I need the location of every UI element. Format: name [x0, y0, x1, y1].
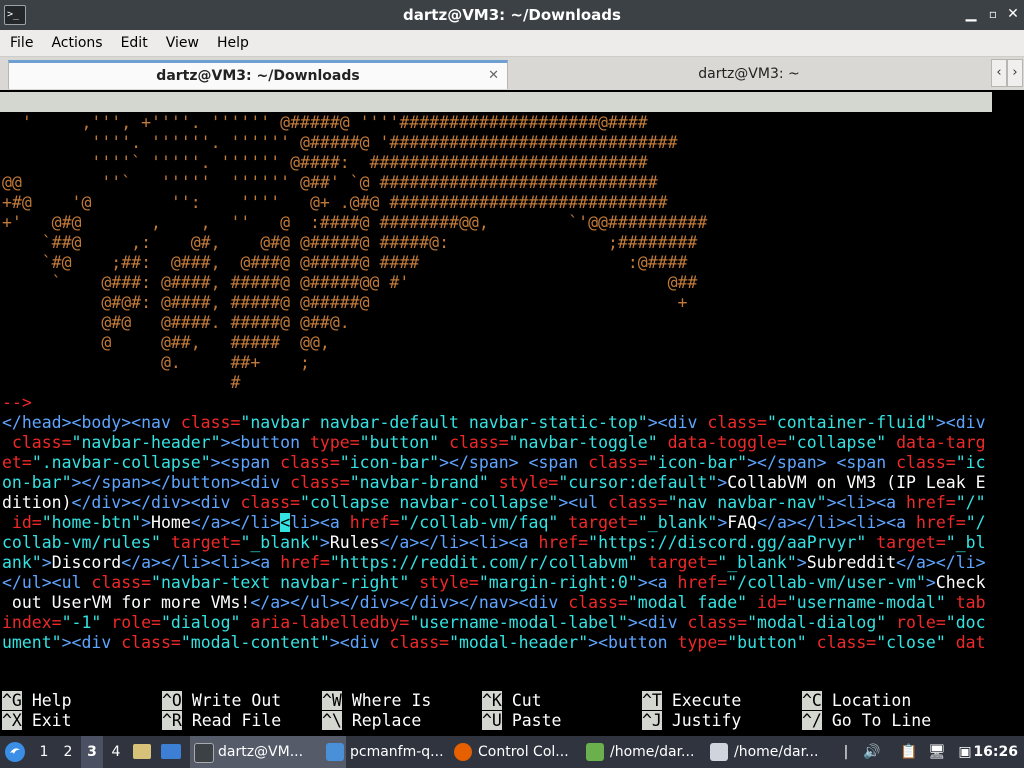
maximize-icon[interactable]: ▫ [984, 5, 1002, 23]
shortcut-execute[interactable]: ^T Execute [642, 691, 741, 711]
file-icon [586, 743, 604, 761]
workspace-2[interactable]: 2 [57, 736, 79, 768]
tab-home-label: dartz@VM3: ~ [698, 66, 800, 82]
html-code-block: </head><body><nav class="navbar navbar-d… [2, 413, 994, 653]
minimize-icon[interactable]: ▁ [962, 5, 980, 23]
code-line: id="home-btn">Home</a></li><li><a href="… [11, 513, 986, 532]
firefox-icon [454, 743, 472, 761]
shortcut-exit[interactable]: ^X Exit [2, 711, 72, 731]
shortcut-paste[interactable]: ^U Paste [482, 711, 561, 731]
window-titlebar[interactable]: >_ dartz@VM3: ~/Downloads ▁ ▫ ✕ [0, 0, 1024, 30]
code-line: ank">Discord</a></li><li><a href="https:… [2, 553, 986, 572]
shortcut-justify[interactable]: ^J Justify [642, 711, 741, 731]
code-line: dition)</div></div><div class="collapse … [2, 493, 986, 512]
code-line: </head><body><nav class="navbar navbar-d… [2, 413, 986, 432]
workspace-1[interactable]: 1 [33, 736, 55, 768]
menu-edit[interactable]: Edit [112, 30, 157, 56]
window-title: dartz@VM3: ~/Downloads [403, 6, 621, 24]
code-line: on-bar"></span></button><div class="navb… [2, 473, 986, 492]
folder-icon [326, 743, 344, 761]
tab-close-icon[interactable]: ✕ [488, 63, 499, 89]
code-line: </ul><ul class="navbar-text navbar-right… [2, 573, 986, 592]
volume-icon[interactable]: 🔊 [862, 736, 882, 768]
tray-separator: | [843, 744, 849, 760]
shortcut-help[interactable]: ^G Help [2, 691, 72, 711]
shortcut-go-to-line[interactable]: ^/ Go To Line [802, 711, 931, 731]
workspace-3[interactable]: 3 [81, 736, 103, 768]
menu-view[interactable]: View [157, 30, 208, 56]
taskbar: 1 2 3 4 dartz@VM... pcmanfm-q... Control… [0, 736, 1024, 768]
text-editor-icon [710, 743, 728, 761]
clock[interactable]: 16:26 [973, 736, 1018, 768]
tab-home[interactable]: dartz@VM3: ~ [510, 60, 988, 88]
tab-scroll-left-icon[interactable]: ‹ [991, 59, 1007, 87]
nano-shortcut-bar: ^G Help ^X Exit ^O Write Out ^R Read Fil… [0, 691, 1000, 731]
task-home-file-2[interactable]: /home/dar... [706, 736, 854, 768]
file-manager-launcher-icon[interactable] [133, 736, 157, 768]
nano-editor-buffer[interactable]: ' ,''', +''''. '''''' @#####@ ''''######… [2, 113, 994, 673]
code-line: collab-vm/rules" target="_blank">Rules</… [2, 533, 986, 552]
code-line: class="navbar-header"><button type="butt… [11, 433, 986, 452]
workspace-4[interactable]: 4 [105, 736, 127, 768]
terminal-icon [194, 743, 214, 763]
network-icon[interactable]: 🖥 [926, 736, 948, 768]
tab-scroll-right-icon[interactable]: › [1007, 59, 1023, 87]
shortcut-location[interactable]: ^C Location [802, 691, 911, 711]
shortcut-replace[interactable]: ^\ Replace [322, 711, 421, 731]
start-menu-icon[interactable] [4, 736, 28, 768]
tab-bar: dartz@VM3: ~/Downloads ✕ dartz@VM3: ~ [0, 57, 1024, 90]
menu-bar: File Actions Edit View Help [0, 30, 1024, 57]
shortcut-read-file[interactable]: ^R Read File [162, 711, 281, 731]
code-line: ument"><div class="modal-content"><div c… [2, 633, 986, 652]
menu-help[interactable]: Help [208, 30, 258, 56]
shortcut-write-out[interactable]: ^O Write Out [162, 691, 281, 711]
show-desktop-icon[interactable] [161, 736, 185, 768]
close-window-icon[interactable]: ✕ [1004, 5, 1022, 23]
code-line: index="-1" role="dialog" aria-labelledby… [2, 613, 986, 632]
clipboard-icon[interactable]: 📋 [898, 736, 920, 768]
ascii-art-block: ' ,''', +''''. '''''' @#####@ ''''######… [2, 113, 708, 392]
comment-end-line: --> [2, 393, 32, 412]
menu-file[interactable]: File [0, 30, 42, 56]
shortcut-where-is[interactable]: ^W Where Is [322, 691, 431, 711]
tab-downloads[interactable]: dartz@VM3: ~/Downloads ✕ [8, 60, 508, 89]
shortcut-cut[interactable]: ^K Cut [482, 691, 542, 711]
nano-title-bar: GNU nano 6.2 /var/www/html/index.html * … [0, 92, 992, 171]
tab-downloads-label: dartz@VM3: ~/Downloads [156, 68, 360, 84]
menu-actions[interactable]: Actions [42, 30, 111, 56]
terminal-area[interactable]: GNU nano 6.2 /var/www/html/index.html * … [0, 91, 1024, 732]
code-line: out UserVM for more VMs!</a></ul></div><… [2, 593, 986, 612]
code-line: et=".navbar-collapse"><span class="icon-… [2, 453, 986, 472]
app-launcher-icon [5, 742, 25, 762]
